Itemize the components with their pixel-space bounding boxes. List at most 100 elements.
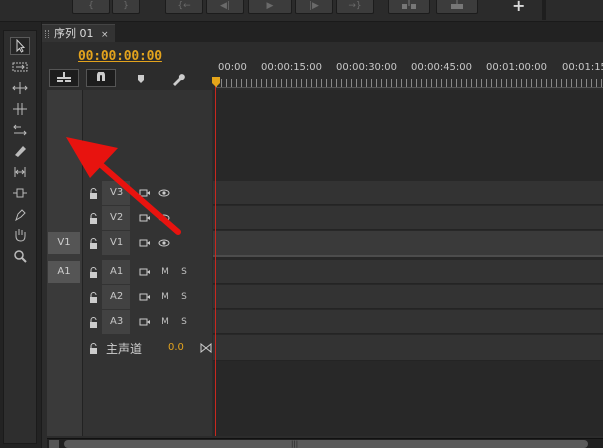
track-lane-a1[interactable] <box>213 260 603 284</box>
solo-button[interactable]: S <box>177 290 191 304</box>
razor-tool[interactable] <box>10 142 30 160</box>
tab-sequence-01[interactable]: 序列 01 × <box>42 24 115 42</box>
mute-button[interactable]: M <box>158 265 172 279</box>
hand-icon <box>15 229 26 242</box>
ruler-ticks <box>216 79 603 87</box>
lock-icon[interactable] <box>86 236 100 250</box>
monitor-transport-strip: { } {← ◀| ▶ |▶ →} + <box>0 0 603 22</box>
pen-icon <box>15 209 26 221</box>
arrow-pointer-icon <box>16 39 26 53</box>
master-track-label[interactable]: 主声道 <box>106 340 142 357</box>
slip-tool[interactable] <box>10 163 30 181</box>
track-label-v1[interactable]: V1 <box>102 231 130 255</box>
toggle-sync-lock-icon[interactable] <box>138 265 152 279</box>
track-label-a1[interactable]: A1 <box>102 260 130 284</box>
step-forward-button[interactable]: |▶ <box>295 0 333 14</box>
ruler-label: 00:00:30:00 <box>336 62 398 73</box>
nest-sequence-button[interactable] <box>49 69 79 87</box>
ruler-label: 00:00:15:00 <box>261 62 323 73</box>
toggle-sync-lock-icon[interactable] <box>138 186 152 200</box>
lock-icon[interactable] <box>86 186 100 200</box>
selection-tool[interactable] <box>10 37 30 55</box>
nest-icon <box>57 72 71 82</box>
add-button[interactable]: + <box>512 0 525 15</box>
bowtie-icon[interactable] <box>199 341 213 355</box>
rate-stretch-tool[interactable] <box>10 121 30 139</box>
track-select-icon <box>12 62 28 72</box>
close-icon[interactable]: × <box>101 30 109 40</box>
track-lane-v1[interactable] <box>213 231 603 257</box>
add-marker-button[interactable] <box>134 72 148 86</box>
magnet-icon <box>97 72 105 81</box>
lock-icon[interactable] <box>86 341 100 355</box>
tab-bar: 序列 01 × <box>42 22 603 42</box>
step-back-button[interactable]: ◀| <box>206 0 244 14</box>
zoom-tool[interactable] <box>10 247 30 265</box>
magnifier-icon <box>14 250 27 263</box>
solo-button[interactable]: S <box>177 265 191 279</box>
mute-button[interactable]: M <box>158 290 172 304</box>
track-lane-a3[interactable] <box>213 310 603 334</box>
ruler-baseline <box>216 87 603 88</box>
go-to-out-button[interactable]: →} <box>336 0 374 14</box>
slip-icon <box>14 167 26 177</box>
play-button[interactable]: ▶ <box>248 0 292 14</box>
eye-icon[interactable] <box>157 211 171 225</box>
lock-icon[interactable] <box>86 290 100 304</box>
ruler-label: 00:00:45:00 <box>411 62 473 73</box>
lock-icon[interactable] <box>86 211 100 225</box>
track-label-v3[interactable]: V3 <box>102 181 130 205</box>
source-patch-v1[interactable]: V1 <box>48 232 80 254</box>
track-label-a3[interactable]: A3 <box>102 310 130 334</box>
ruler-label: 00:01:00:00 <box>486 62 548 73</box>
marker-icon <box>138 75 144 83</box>
slide-tool[interactable] <box>10 184 30 202</box>
lock-icon[interactable] <box>86 315 100 329</box>
source-patch-a1[interactable]: A1 <box>48 261 80 283</box>
eye-icon[interactable] <box>157 186 171 200</box>
playhead-line <box>215 80 216 436</box>
track-lane-v3[interactable] <box>213 181 603 205</box>
scrollbar-thumb[interactable] <box>64 440 588 448</box>
track-label-a2[interactable]: A2 <box>102 285 130 309</box>
track-lane-v2[interactable] <box>213 206 603 230</box>
mute-button[interactable]: M <box>158 315 172 329</box>
zoom-handle[interactable] <box>49 440 59 448</box>
overwrite-icon <box>451 0 463 9</box>
razor-icon <box>15 146 26 157</box>
master-volume-value[interactable]: 0.0 <box>168 342 184 353</box>
toggle-sync-lock-icon[interactable] <box>138 211 152 225</box>
overwrite-button[interactable] <box>436 0 478 14</box>
ripple-edit-icon <box>12 82 28 94</box>
tab-label: 序列 01 <box>54 27 94 40</box>
ruler-label: 00:00 <box>218 62 247 73</box>
mark-in-button[interactable]: { <box>72 0 110 14</box>
horizontal-scrollbar[interactable]: ||| <box>47 438 603 448</box>
toggle-sync-lock-icon[interactable] <box>138 315 152 329</box>
hand-tool[interactable] <box>10 226 30 244</box>
timecode-display[interactable]: 00:00:00:00 <box>78 49 162 64</box>
panel-grip-icon[interactable] <box>45 30 49 38</box>
track-label-v2[interactable]: V2 <box>102 206 130 230</box>
mark-out-button[interactable]: } <box>112 0 140 14</box>
snap-button[interactable] <box>86 69 116 87</box>
wrench-icon <box>173 74 185 86</box>
rolling-edit-icon <box>13 103 27 115</box>
insert-button[interactable] <box>388 0 430 14</box>
lock-icon[interactable] <box>86 265 100 279</box>
solo-button[interactable]: S <box>177 315 191 329</box>
pen-tool[interactable] <box>10 205 30 223</box>
insert-icon <box>402 0 416 9</box>
go-to-in-button[interactable]: {← <box>165 0 203 14</box>
track-lane-a2[interactable] <box>213 285 603 309</box>
timeline-settings-button[interactable] <box>171 72 185 86</box>
toggle-sync-lock-icon[interactable] <box>138 236 152 250</box>
track-lane-master[interactable] <box>213 335 603 361</box>
track-select-tool[interactable] <box>10 58 30 76</box>
divider <box>542 0 546 20</box>
ripple-edit-tool[interactable] <box>10 79 30 97</box>
eye-icon[interactable] <box>157 236 171 250</box>
time-ruler[interactable]: 00:00 00:00:15:00 00:00:30:00 00:00:45:0… <box>216 58 603 90</box>
toggle-sync-lock-icon[interactable] <box>138 290 152 304</box>
rolling-edit-tool[interactable] <box>10 100 30 118</box>
